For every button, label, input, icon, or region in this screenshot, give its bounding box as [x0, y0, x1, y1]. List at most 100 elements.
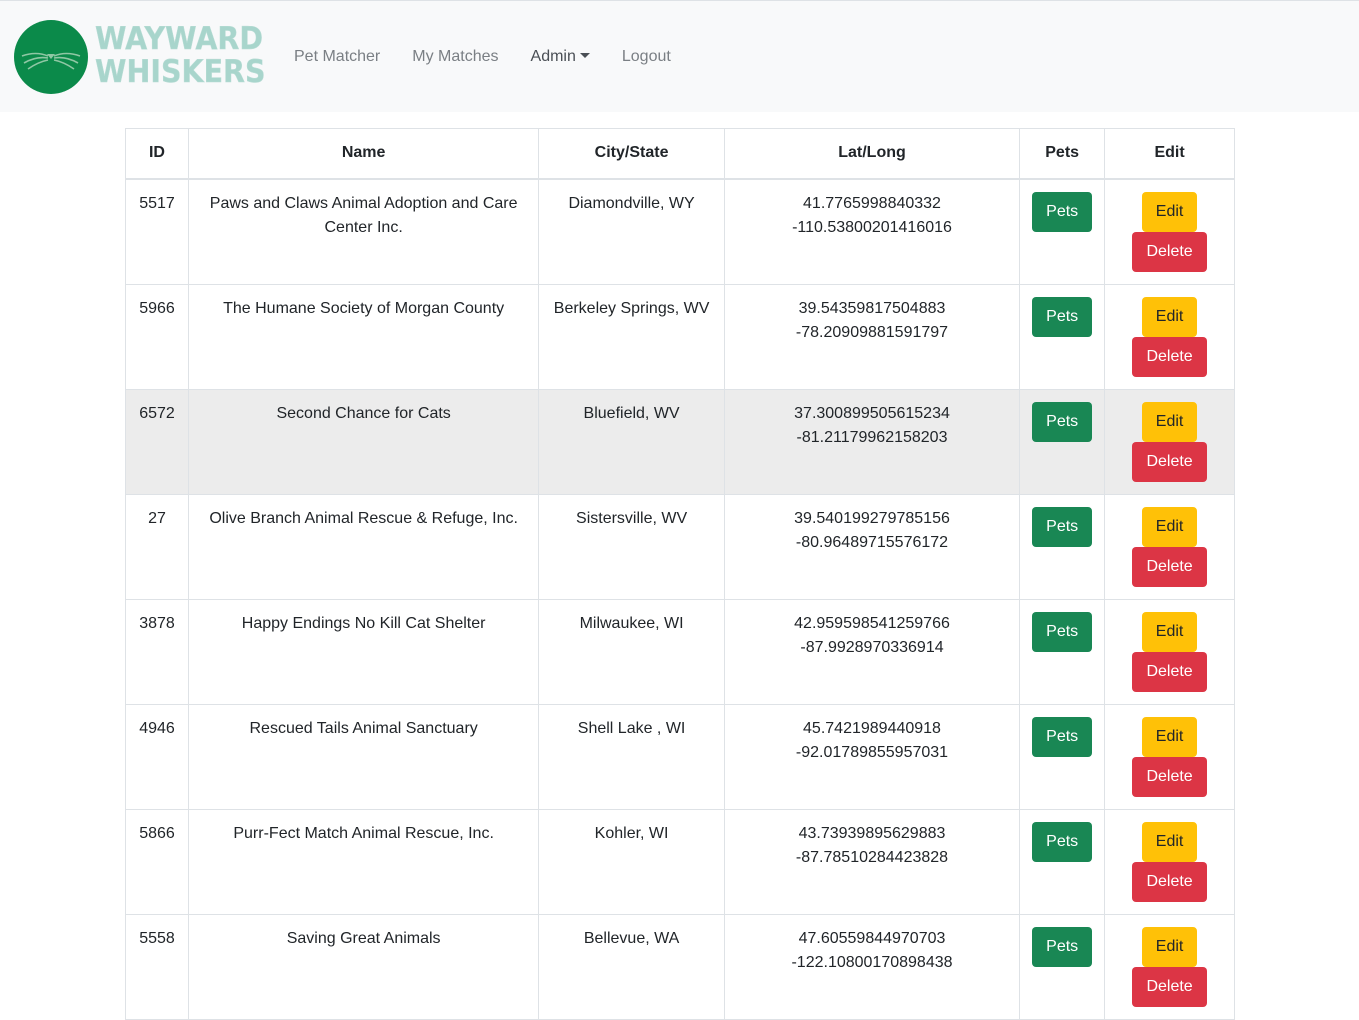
edit-button[interactable]: Edit	[1141, 611, 1198, 652]
shelter-city-state: Berkeley Springs, WV	[538, 283, 725, 390]
pets-cell: Pets	[1019, 178, 1106, 285]
shelter-id: 5558	[125, 913, 189, 1020]
edit-button[interactable]: Edit	[1141, 506, 1198, 547]
header-edit: Edit	[1104, 128, 1235, 180]
edit-button[interactable]: Edit	[1141, 296, 1198, 337]
edit-cell: Edit Delete	[1104, 388, 1235, 495]
table-row: 3878 Happy Endings No Kill Cat Shelter M…	[125, 598, 1235, 705]
shelter-name: Saving Great Animals	[187, 913, 540, 1020]
edit-actions: Edit Delete	[1117, 401, 1222, 482]
nav-logout[interactable]: Logout	[606, 45, 687, 69]
shelter-name: The Humane Society of Morgan County	[187, 283, 540, 390]
nav-admin-dropdown[interactable]: Admin	[515, 45, 606, 69]
pets-button[interactable]: Pets	[1032, 821, 1093, 862]
shelter-id: 5966	[125, 283, 189, 390]
shelter-name: Paws and Claws Animal Adoption and Care …	[187, 178, 540, 285]
delete-button[interactable]: Delete	[1132, 966, 1207, 1007]
nav-links: Pet Matcher My Matches Admin Logout	[278, 45, 687, 69]
header-name: Name	[187, 128, 540, 180]
nav-pet-matcher[interactable]: Pet Matcher	[278, 45, 396, 69]
shelter-name: Olive Branch Animal Rescue & Refuge, Inc…	[187, 493, 540, 600]
shelter-latitude: 43.73939895629883	[798, 824, 946, 842]
edit-cell: Edit Delete	[1104, 913, 1235, 1020]
table-row: 4946 Rescued Tails Animal Sanctuary Shel…	[125, 703, 1235, 810]
shelter-latitude: 41.7765998840332	[803, 194, 941, 212]
pets-button[interactable]: Pets	[1032, 716, 1093, 757]
pets-button[interactable]: Pets	[1032, 296, 1093, 337]
shelter-latitude: 39.540199279785156	[794, 509, 950, 527]
edit-cell: Edit Delete	[1104, 703, 1235, 810]
pets-cell: Pets	[1019, 283, 1106, 390]
edit-cell: Edit Delete	[1104, 283, 1235, 390]
header-lat-long: Lat/Long	[723, 128, 1021, 180]
edit-button[interactable]: Edit	[1141, 821, 1198, 862]
pets-button[interactable]: Pets	[1032, 611, 1093, 652]
brand-line-1: WAYWARD	[95, 21, 264, 57]
pets-button[interactable]: Pets	[1032, 191, 1093, 232]
pets-cell: Pets	[1019, 388, 1106, 495]
shelter-latitude: 47.60559844970703	[798, 929, 946, 947]
shelter-city-state: Shell Lake , WI	[538, 703, 725, 810]
pets-button[interactable]: Pets	[1032, 926, 1093, 967]
edit-actions: Edit Delete	[1117, 716, 1222, 797]
shelter-id: 6572	[125, 388, 189, 495]
edit-actions: Edit Delete	[1117, 926, 1222, 1007]
shelter-longitude: -92.01789855957031	[795, 743, 949, 761]
shelter-longitude: -110.53800201416016	[792, 218, 952, 236]
shelter-id: 27	[125, 493, 189, 600]
edit-cell: Edit Delete	[1104, 178, 1235, 285]
delete-button[interactable]: Delete	[1132, 231, 1207, 272]
header-id: ID	[125, 128, 189, 180]
shelter-id: 5517	[125, 178, 189, 285]
edit-cell: Edit Delete	[1104, 598, 1235, 705]
edit-button[interactable]: Edit	[1141, 191, 1198, 232]
table-row: 6572 Second Chance for Cats Bluefield, W…	[125, 388, 1235, 495]
shelter-city-state: Sistersville, WV	[538, 493, 725, 600]
shelters-table: ID Name City/State Lat/Long Pets Edit 55…	[125, 128, 1235, 1020]
delete-button[interactable]: Delete	[1132, 441, 1207, 482]
shelter-latitude: 39.54359817504883	[798, 299, 946, 317]
pets-button[interactable]: Pets	[1032, 506, 1093, 547]
delete-button[interactable]: Delete	[1132, 651, 1207, 692]
delete-button[interactable]: Delete	[1132, 756, 1207, 797]
delete-button[interactable]: Delete	[1132, 861, 1207, 902]
header-city-state: City/State	[538, 128, 725, 180]
shelter-name: Happy Endings No Kill Cat Shelter	[187, 598, 540, 705]
pets-cell: Pets	[1019, 598, 1106, 705]
edit-button[interactable]: Edit	[1141, 401, 1198, 442]
header-pets: Pets	[1019, 128, 1106, 180]
top-navbar: WAYWARD WHISKERS Pet Matcher My Matches …	[0, 0, 1359, 112]
shelter-longitude: -87.78510284423828	[795, 848, 949, 866]
nav-my-matches[interactable]: My Matches	[396, 45, 514, 69]
pets-button[interactable]: Pets	[1032, 401, 1093, 442]
table-row: 27 Olive Branch Animal Rescue & Refuge, …	[125, 493, 1235, 600]
cat-whiskers-logo-icon[interactable]	[14, 20, 88, 94]
shelter-lat-long: 41.7765998840332 -110.53800201416016	[723, 178, 1021, 285]
delete-button[interactable]: Delete	[1132, 546, 1207, 587]
shelter-latitude: 45.7421989440918	[803, 719, 941, 737]
shelter-city-state: Kohler, WI	[538, 808, 725, 915]
edit-actions: Edit Delete	[1117, 296, 1222, 377]
shelter-longitude: -87.9928970336914	[800, 638, 944, 656]
shelter-lat-long: 39.540199279785156 -80.96489715576172	[723, 493, 1021, 600]
edit-button[interactable]: Edit	[1141, 926, 1198, 967]
shelter-longitude: -78.20909881591797	[795, 323, 949, 341]
table-row: 5866 Purr-Fect Match Animal Rescue, Inc.…	[125, 808, 1235, 915]
edit-actions: Edit Delete	[1117, 191, 1222, 272]
delete-button[interactable]: Delete	[1132, 336, 1207, 377]
brand-line-2: WHISKERS	[95, 54, 266, 90]
shelter-latitude: 42.959598541259766	[794, 614, 950, 632]
table-row: 5966 The Humane Society of Morgan County…	[125, 283, 1235, 390]
edit-actions: Edit Delete	[1117, 506, 1222, 587]
shelter-city-state: Bellevue, WA	[538, 913, 725, 1020]
table-row: 5517 Paws and Claws Animal Adoption and …	[125, 178, 1235, 285]
shelter-longitude: -122.10800170898438	[791, 953, 953, 971]
shelter-city-state: Milwaukee, WI	[538, 598, 725, 705]
brand-name[interactable]: WAYWARD WHISKERS	[95, 21, 266, 93]
pets-cell: Pets	[1019, 808, 1106, 915]
shelter-lat-long: 42.959598541259766 -87.9928970336914	[723, 598, 1021, 705]
table-row: 5558 Saving Great Animals Bellevue, WA 4…	[125, 913, 1235, 1020]
chevron-down-icon	[579, 53, 590, 58]
edit-button[interactable]: Edit	[1141, 716, 1198, 757]
table-body: 5517 Paws and Claws Animal Adoption and …	[125, 178, 1235, 1020]
